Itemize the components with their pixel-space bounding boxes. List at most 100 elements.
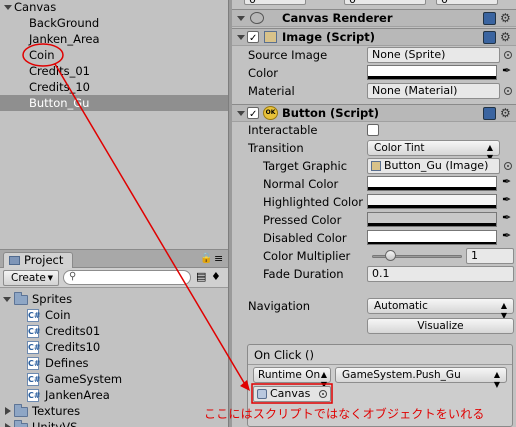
script-row[interactable]: C# Credits01 <box>0 323 228 339</box>
canvas-renderer-icon <box>250 12 264 24</box>
help-icon[interactable] <box>483 107 496 120</box>
expand-arrow-icon[interactable] <box>237 111 245 116</box>
color-multiplier-value: 1 <box>471 249 478 262</box>
transition-label: Transition <box>248 141 304 155</box>
color-swatch[interactable] <box>367 65 497 80</box>
gear-icon[interactable]: ⚙ <box>500 107 511 120</box>
interactable-checkbox[interactable] <box>367 124 379 136</box>
menu-icon[interactable]: ≡ <box>214 252 223 265</box>
script-row[interactable]: C# GameSystem <box>0 371 228 387</box>
folder-row-textures[interactable]: Textures <box>0 403 228 419</box>
pressed-color-swatch[interactable] <box>367 212 497 227</box>
inspector-panel: 0 0 0 Canvas Renderer ⚙ ✓ Image (Script)… <box>232 0 516 427</box>
navigation-label: Navigation <box>248 299 311 313</box>
script-icon: C# <box>27 357 41 370</box>
tab-project[interactable]: Project <box>3 252 73 269</box>
script-row[interactable]: C# JankenArea <box>0 387 228 403</box>
object-picker-icon[interactable] <box>504 162 512 170</box>
script-row[interactable]: C# Coin <box>0 307 228 323</box>
runtime-dropdown[interactable]: Runtime On ▲ ▼ <box>253 367 331 389</box>
function-dropdown[interactable]: GameSystem.Push_Gu ▲ ▼ <box>335 367 507 389</box>
transform-field[interactable]: 0 <box>436 0 498 5</box>
eyedropper-icon[interactable]: ✒ <box>502 64 511 77</box>
hierarchy-item-selected[interactable]: Button_Gu <box>0 95 228 111</box>
gear-icon[interactable]: ⚙ <box>500 31 511 44</box>
canvas-renderer-header[interactable]: Canvas Renderer ⚙ <box>232 9 516 27</box>
hierarchy-item[interactable]: Credits_10 <box>0 79 228 95</box>
transform-field[interactable]: 0 <box>244 0 306 5</box>
gear-icon[interactable]: ⚙ <box>500 12 511 25</box>
source-image-value: None (Sprite) <box>372 48 446 61</box>
search-input[interactable]: ⚲ <box>63 270 191 285</box>
slider-thumb[interactable] <box>385 250 396 261</box>
folder-icon <box>14 420 28 427</box>
function-value: GameSystem.Push_Gu <box>342 369 461 381</box>
interactable-label: Interactable <box>248 123 318 137</box>
folder-row-sprites[interactable]: Sprites <box>0 291 228 307</box>
visualize-button[interactable]: Visualize <box>367 318 514 334</box>
collapse-arrow-icon[interactable] <box>5 423 11 427</box>
expand-arrow-icon[interactable] <box>237 35 245 40</box>
button-script-header[interactable]: ✓ OK Button (Script) ⚙ <box>232 104 516 122</box>
lock-icon[interactable]: 🔒 <box>200 253 212 264</box>
material-field[interactable]: None (Material) <box>367 83 500 99</box>
eyedropper-icon[interactable]: ✒ <box>502 193 511 206</box>
transform-field[interactable]: 0 <box>344 0 426 5</box>
eyedropper-icon[interactable]: ✒ <box>502 229 511 242</box>
collapse-arrow-icon[interactable] <box>5 407 11 415</box>
enabled-checkbox[interactable]: ✓ <box>247 31 259 44</box>
hierarchy-panel: Canvas BackGround Janken_Area Coin Credi… <box>0 0 228 244</box>
ok-button-icon: OK <box>263 106 278 120</box>
enabled-checkbox[interactable]: ✓ <box>247 107 259 120</box>
help-icon[interactable] <box>483 12 496 25</box>
color-multiplier-field[interactable]: 1 <box>466 248 514 264</box>
filter-icon[interactable]: ▤ <box>196 270 206 283</box>
tab-project-label: Project <box>24 253 64 267</box>
folder-icon <box>14 292 28 305</box>
script-row[interactable]: C# Defines <box>0 355 228 371</box>
script-label: Credits10 <box>45 340 101 354</box>
fade-duration-field[interactable]: 0.1 <box>367 266 514 282</box>
target-graphic-value: Button_Gu (Image) <box>384 159 489 172</box>
hierarchy-item[interactable]: BackGround <box>0 15 228 31</box>
navigation-value: Automatic <box>374 300 428 312</box>
folder-icon <box>14 404 28 417</box>
source-image-field[interactable]: None (Sprite) <box>367 47 500 63</box>
object-picker-icon[interactable] <box>504 51 512 59</box>
expand-arrow-icon[interactable] <box>3 297 11 302</box>
hierarchy-item[interactable]: Credits_01 <box>0 63 228 79</box>
color-multiplier-label: Color Multiplier <box>263 249 351 263</box>
image-script-header[interactable]: ✓ Image (Script) ⚙ <box>232 28 516 46</box>
object-picker-icon[interactable] <box>504 87 512 95</box>
create-button[interactable]: Create ▼ <box>3 270 59 286</box>
eyedropper-icon[interactable]: ✒ <box>502 211 511 224</box>
script-label: Credits01 <box>45 324 101 338</box>
highlighted-color-swatch[interactable] <box>367 194 497 209</box>
runtime-value: Runtime On <box>258 369 321 381</box>
hierarchy-item[interactable]: Coin <box>0 47 228 63</box>
script-row[interactable]: C# Credits10 <box>0 339 228 355</box>
target-graphic-field[interactable]: Button_Gu (Image) <box>367 158 500 174</box>
eyedropper-icon[interactable]: ✒ <box>502 175 511 188</box>
object-picker-icon[interactable] <box>319 390 327 398</box>
expand-arrow-icon[interactable] <box>237 16 245 21</box>
script-icon: C# <box>27 325 41 338</box>
label-icon[interactable]: ♦ <box>211 270 221 283</box>
script-icon: C# <box>27 309 41 322</box>
dropdown-arrow-icon: ▲▼ <box>493 370 500 389</box>
transition-dropdown[interactable]: Color Tint ▲▼ <box>367 140 500 162</box>
normal-color-swatch[interactable] <box>367 176 497 191</box>
alpha-bar <box>368 76 496 79</box>
pressed-color-label: Pressed Color <box>263 213 342 227</box>
hierarchy-item-canvas[interactable]: Canvas <box>0 0 228 15</box>
folder-row-unityvs[interactable]: UnityVS <box>0 419 228 427</box>
disabled-color-swatch[interactable] <box>367 230 497 245</box>
hierarchy-item-label: Credits_10 <box>29 80 90 94</box>
transform-value: 0 <box>249 0 256 4</box>
folder-label: Textures <box>32 404 81 418</box>
help-icon[interactable] <box>483 31 496 44</box>
expand-arrow-icon[interactable] <box>4 5 12 10</box>
hierarchy-item[interactable]: Janken_Area <box>0 31 228 47</box>
script-label: Defines <box>45 356 89 370</box>
navigation-dropdown[interactable]: Automatic ▲ ▼ <box>367 298 514 320</box>
